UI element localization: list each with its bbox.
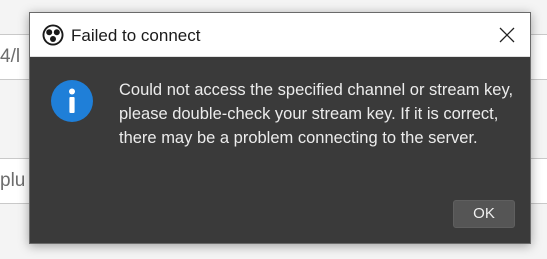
- dialog-titlebar: Failed to connect: [30, 13, 530, 57]
- close-button[interactable]: [484, 13, 530, 57]
- error-message: Could not access the specified channel o…: [119, 81, 514, 147]
- dialog-content: Could not access the specified channel o…: [30, 57, 530, 245]
- information-icon: [51, 80, 93, 122]
- ok-button[interactable]: OK: [453, 200, 515, 228]
- error-dialog: Failed to connect Could not access the s…: [29, 12, 531, 244]
- background-url-text: 4/l: [0, 46, 21, 67]
- close-icon: [499, 27, 515, 43]
- background-field-text: plu: [0, 170, 26, 191]
- dialog-title: Failed to connect: [71, 26, 201, 45]
- obs-logo-icon: [42, 24, 64, 46]
